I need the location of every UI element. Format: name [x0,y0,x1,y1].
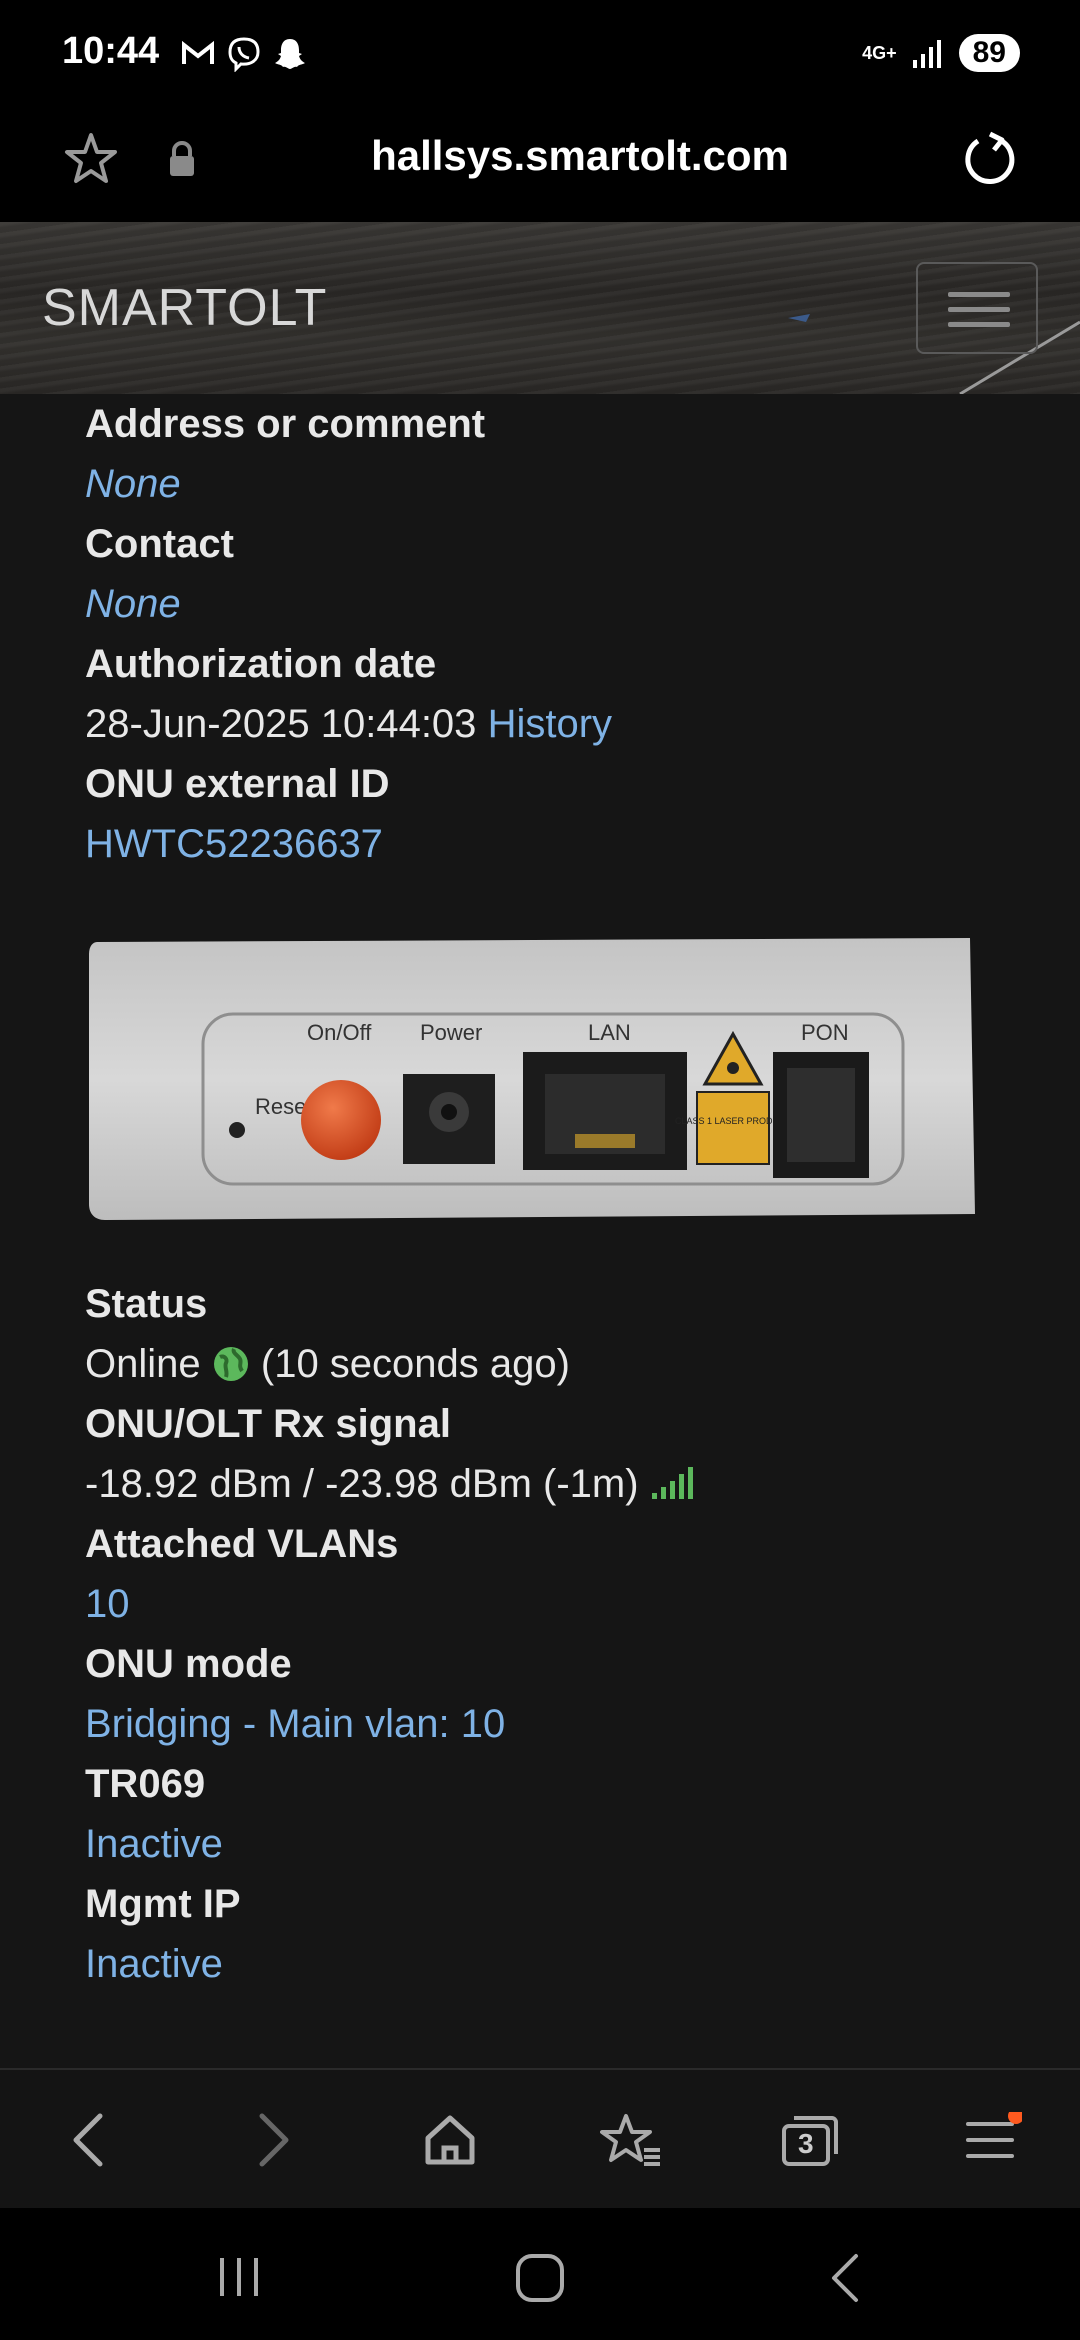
status-row: Online (10 seconds ago) [85,1334,985,1394]
lan-label: LAN [588,1020,631,1045]
vlans-value[interactable]: 10 [85,1574,985,1634]
notification-icons [180,36,308,72]
status-right: 4G+ 89 [862,34,1020,72]
home-icon[interactable] [422,2112,478,2168]
snapchat-icon [275,39,305,69]
pon-label: PON [801,1020,849,1045]
onu-status: Status Online (10 seconds ago) ONU/OLT R… [85,1274,985,1994]
onu-mode-label: ONU mode [85,1642,292,1686]
external-id-value[interactable]: HWTC52236637 [85,814,985,874]
brand-logo[interactable]: SMARTOLT [42,278,327,338]
external-id-label: ONU external ID [85,762,390,806]
menu-icon[interactable] [962,2112,1022,2168]
tr069-value[interactable]: Inactive [85,1814,985,1874]
network-type: 4G+ [862,43,897,63]
reload-icon[interactable] [960,128,1020,188]
contact-label: Contact [85,522,234,566]
onu-mode-value[interactable]: Bridging - Main vlan: 10 [85,1694,985,1754]
browser-toolbar: 3 [0,2068,1080,2208]
tab-count: 3 [798,2128,814,2159]
mgmt-ip-value[interactable]: Inactive [85,1934,985,1994]
status-ago: (10 seconds ago) [260,1342,570,1386]
back-nav-icon[interactable] [826,2252,866,2304]
bookmarks-icon[interactable] [600,2112,662,2168]
auth-date-value: 28-Jun-2025 10:44:03 [85,702,477,746]
forward-icon[interactable] [248,2112,296,2168]
onoff-label: On/Off [307,1020,372,1045]
mgmt-ip-label: Mgmt IP [85,1882,241,1926]
signal-icon [912,40,941,68]
vlans-label: Attached VLANs [85,1522,399,1566]
rx-signal-row: -18.92 dBm / -23.98 dBm (-1m) [85,1454,985,1514]
status-value: Online [85,1342,201,1386]
rx-signal-label: ONU/OLT Rx signal [85,1402,451,1446]
address-label: Address or comment [85,402,486,446]
rx-signal-value: -18.92 dBm / -23.98 dBm (-1m) [85,1462,639,1506]
tr069-label: TR069 [85,1762,206,1806]
menu-toggle-button[interactable] [916,262,1038,354]
onu-device-image: Reset On/Off Power LAN CLASS 1 LASER PRO… [89,938,975,1220]
status-time: 10:44 [62,30,160,72]
url-text[interactable]: hallsys.smartolt.com [0,132,1080,180]
tabs-button[interactable]: 3 [780,2112,840,2173]
globe-icon [213,1347,248,1381]
battery-level: 89 [958,34,1020,72]
recent-apps-icon[interactable] [214,2252,264,2300]
power-label: Power [420,1020,482,1045]
site-navbar: SMARTOLT [0,222,1080,394]
signal-strength-icon [651,1467,693,1499]
contact-value[interactable]: None [85,574,985,634]
home-nav-icon[interactable] [514,2252,566,2304]
system-nav-bar [0,2208,1080,2340]
back-icon[interactable] [66,2112,114,2168]
address-value[interactable]: None [85,454,985,514]
status-label: Status [85,1282,208,1326]
status-bar: 10:44 4G+ 89 [0,0,1080,112]
auth-date-label: Authorization date [85,642,437,686]
history-link[interactable]: History [488,702,612,746]
gmail-icon [182,40,214,64]
viber-icon [228,37,260,72]
auth-date-row: 28-Jun-2025 10:44:03 History [85,694,985,754]
onu-details: Address or comment None Contact None Aut… [85,394,985,874]
